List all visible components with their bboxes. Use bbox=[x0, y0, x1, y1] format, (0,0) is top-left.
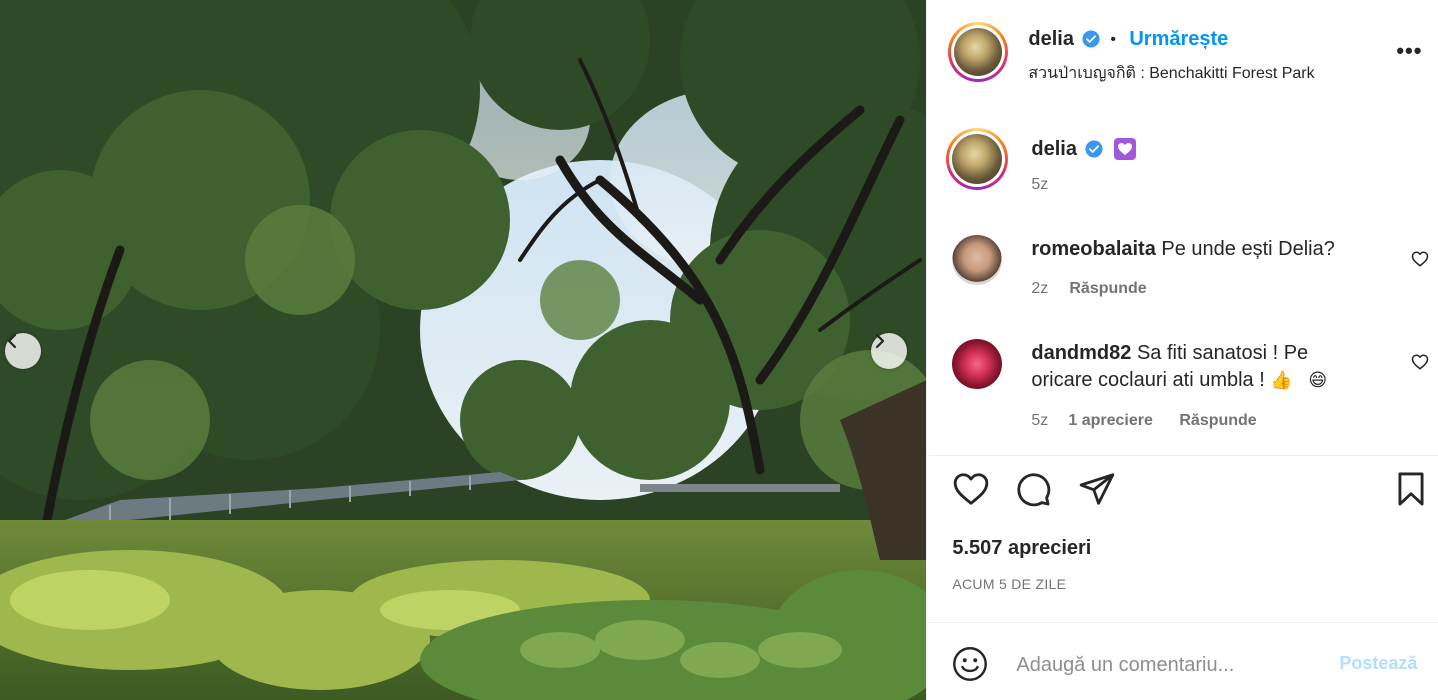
comment-input[interactable] bbox=[1014, 650, 1319, 680]
comment-likes-count[interactable]: 1 apreciere bbox=[1068, 412, 1153, 430]
comment-time: 2z bbox=[1031, 280, 1049, 297]
comment-body-line1: Sa fiti sanatosi ! Pe bbox=[1136, 342, 1309, 364]
divider bbox=[927, 622, 1438, 623]
commenter-avatar-romeobalaita[interactable] bbox=[952, 235, 1003, 285]
comment-body-line2: oricare coclauri ati umbla ! bbox=[1031, 369, 1271, 391]
comment-username[interactable]: dandmd82 bbox=[1031, 342, 1131, 364]
post-location[interactable]: สวนป่าเบญจกิติ : Benchakitti Forest Park bbox=[1028, 61, 1314, 86]
heart-emoji-icon bbox=[1118, 143, 1133, 155]
smiley-icon[interactable] bbox=[952, 646, 988, 682]
chevron-left-icon bbox=[7, 333, 17, 349]
reply-button[interactable]: Răspunde bbox=[1179, 412, 1256, 430]
comment-1: romeobalaita Pe unde ești Delia? bbox=[1031, 236, 1335, 263]
divider bbox=[927, 455, 1438, 456]
comment-username[interactable]: romeobalaita bbox=[1031, 238, 1155, 260]
reply-button[interactable]: Răspunde bbox=[1069, 280, 1146, 298]
comment-body: Pe unde ești Delia? bbox=[1161, 238, 1335, 260]
grinning-emoji: 😄 bbox=[1308, 370, 1328, 390]
next-photo-button[interactable] bbox=[871, 333, 907, 369]
verified-badge-icon bbox=[1085, 140, 1103, 158]
previous-photo-button[interactable] bbox=[5, 333, 41, 369]
comment-2: dandmd82 Sa fiti sanatosi ! Pe oricare c… bbox=[1031, 340, 1371, 394]
heart-icon[interactable] bbox=[952, 470, 990, 508]
verified-badge-icon bbox=[1082, 30, 1100, 48]
post-modal: delia • Urmărește สวนป่าเบญจกิติ : Bench… bbox=[0, 0, 1438, 700]
comment-like-heart-icon[interactable] bbox=[1411, 250, 1429, 268]
thumbs-up-emoji: 👍 bbox=[1270, 370, 1293, 390]
follow-button[interactable]: Urmărește bbox=[1129, 28, 1228, 51]
post-date[interactable]: ACUM 5 DE ZILE bbox=[952, 576, 1066, 592]
more-options-button[interactable]: ••• bbox=[1396, 38, 1422, 64]
purple-heart-emoji bbox=[1114, 138, 1137, 160]
chevron-right-icon bbox=[875, 333, 885, 349]
forest-scene-image bbox=[0, 0, 927, 700]
comment-icon[interactable] bbox=[1014, 470, 1052, 508]
separator-dot: • bbox=[1110, 31, 1116, 48]
post-comment-button[interactable]: Postează bbox=[1339, 653, 1417, 674]
caption-author-username[interactable]: delia bbox=[1031, 138, 1077, 161]
commenter-avatar-dandmd82[interactable] bbox=[952, 339, 1003, 389]
paper-plane-icon[interactable] bbox=[1078, 470, 1116, 508]
bookmark-icon[interactable] bbox=[1392, 470, 1430, 508]
post-details-panel: delia • Urmărește สวนป่าเบญจกิติ : Bench… bbox=[926, 0, 1438, 700]
likes-count[interactable]: 5.507 aprecieri bbox=[952, 537, 1091, 560]
post-photo bbox=[0, 0, 927, 700]
caption-time: 5z bbox=[1031, 176, 1049, 193]
comment-time: 5z bbox=[1031, 412, 1049, 429]
comment-like-heart-icon[interactable] bbox=[1411, 353, 1429, 371]
author-avatar[interactable] bbox=[948, 22, 1009, 82]
author-username[interactable]: delia bbox=[1028, 28, 1074, 51]
caption-author-avatar[interactable] bbox=[946, 128, 1009, 190]
